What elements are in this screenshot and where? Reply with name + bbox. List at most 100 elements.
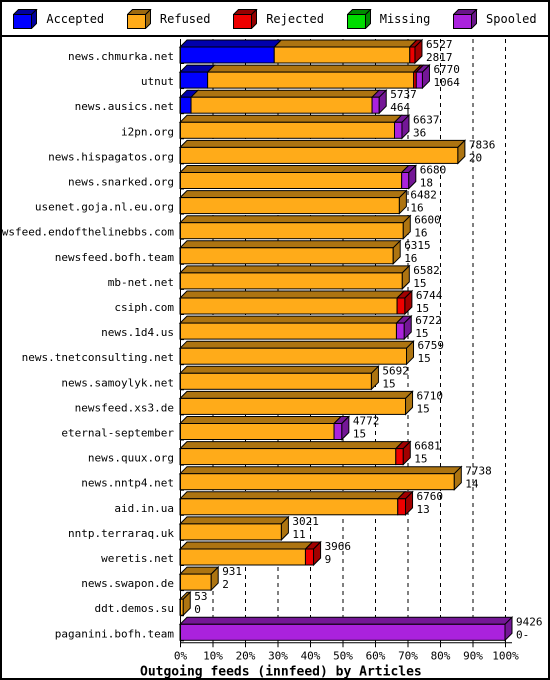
x-tick-label: 40% (301, 649, 321, 662)
value-label-secondary: 1064 (433, 76, 460, 89)
value-label-total: 4772 (353, 415, 380, 428)
value-label-total: 6637 (413, 113, 440, 126)
bar-row: weretis.net 39669 (101, 540, 351, 567)
value-label-total: 6710 (417, 389, 444, 402)
category-label: news.quux.org (88, 452, 174, 465)
bar-segment (371, 96, 380, 114)
bar-segment-top (178, 466, 463, 475)
bar-segment (395, 448, 404, 466)
value-label-total: 7836 (469, 138, 496, 151)
x-tick-label: 100% (492, 649, 519, 662)
category-label: news.hispagatos.org (48, 150, 174, 163)
bar-segment-top (178, 616, 514, 625)
legend-item-accepted: Accepted (13, 8, 104, 29)
bar-segment (179, 473, 455, 491)
bar-segment (401, 172, 410, 189)
legend-label: Refused (159, 11, 211, 26)
bar-segment-top (178, 290, 406, 299)
cube-icon (346, 8, 373, 29)
value-label-total: 6744 (416, 289, 443, 302)
bar-segment-top (178, 365, 380, 374)
bar-row: news.1d4.us 672215 (101, 314, 442, 341)
bar-row: paganini.bofh.team 94260- (55, 615, 543, 642)
value-label-secondary: 0- (516, 628, 529, 641)
value-label-secondary: 15 (353, 428, 366, 441)
value-label-secondary: 464 (390, 101, 410, 114)
value-label-secondary: 2 (222, 578, 229, 591)
bar-segment-top (178, 390, 414, 399)
value-label-secondary: 15 (414, 453, 427, 466)
legend-label: Missing (379, 11, 431, 26)
bar-segment (396, 297, 406, 315)
bar-segment-top (178, 315, 405, 324)
bar-segment-top (206, 64, 422, 73)
bar-segment (190, 96, 373, 114)
cube-icon (453, 8, 479, 29)
x-tick-label: 30% (268, 649, 288, 662)
bar-segment (179, 297, 398, 315)
bar-segment (179, 71, 209, 89)
value-label-secondary: 0 (194, 603, 201, 616)
bar-segment (179, 121, 395, 139)
bar-segment (179, 448, 397, 466)
category-label: news.swapon.de (81, 577, 174, 590)
category-label: eternal-september (61, 427, 174, 440)
bar-row: usenet.goja.nl.eu.org 648216 (35, 189, 437, 215)
category-label: news.ausics.net (75, 100, 174, 113)
value-label-total: 6681 (414, 440, 441, 453)
value-label-secondary: 15 (382, 377, 395, 390)
bar-row: news.snarked.org 668018 (68, 164, 446, 190)
x-tick-label: 80% (431, 649, 451, 662)
value-label-secondary: 20 (469, 151, 482, 164)
bar-row: ddt.demos.su 530 (95, 590, 208, 617)
value-label-total: 6482 (410, 189, 437, 202)
bar-row: newsfeed.bofh.team 631516 (55, 239, 431, 266)
value-label-total: 6770 (433, 63, 460, 76)
bar-row: i2pn.org 663736 (121, 113, 440, 140)
axis-title: Outgoing feeds (innfeed) by Articles (140, 664, 422, 678)
bar-segment (179, 146, 459, 164)
value-label-total: 5692 (382, 364, 409, 377)
bar-segment (304, 548, 315, 566)
value-label-total: 931 (222, 565, 242, 578)
bar-segment (179, 548, 306, 566)
bar-segment (415, 71, 423, 89)
category-label: nntp.terraraq.uk (68, 527, 174, 540)
category-label: news.tnetconsulting.net (22, 351, 174, 364)
bar-segment (207, 71, 415, 89)
category-label: newsfeed.bofh.team (55, 251, 175, 264)
bar-segment (179, 573, 212, 591)
value-label-total: 5737 (390, 88, 417, 101)
bar-segment (409, 46, 416, 64)
bar-segment (394, 121, 403, 139)
bar-row: csiph.com 674415 (114, 289, 443, 316)
value-label-secondary: 36 (413, 126, 426, 139)
bar-row: news.tnetconsulting.net 675915 (22, 339, 445, 366)
bar-segment-top (178, 516, 290, 525)
bar-segment-top (178, 39, 283, 48)
bar-segment-top (178, 416, 343, 424)
bar-segment (179, 322, 397, 340)
bar-segment (179, 172, 403, 189)
bar-row: news.nntp4.net 773814 (81, 465, 492, 491)
bar-segment-top (178, 165, 410, 173)
bar-row: aid.in.ua 676013 (114, 490, 443, 517)
value-label-secondary: 9 (325, 553, 332, 566)
bar-segment-top (273, 39, 418, 48)
bar-segment-top (178, 340, 415, 349)
cube-icon (126, 8, 153, 29)
value-label-total: 6759 (418, 339, 445, 352)
legend-label: Spooled (486, 11, 537, 26)
bar-segment (179, 347, 408, 365)
bar-segment-top (178, 139, 467, 148)
value-label-secondary: 15 (418, 352, 431, 365)
bar-segment (179, 498, 399, 516)
category-label: paganini.bofh.team (55, 627, 175, 640)
value-label-total: 9426 (516, 615, 543, 628)
bar-row: eternal-september 477215 (61, 415, 379, 441)
x-tick-label: 90% (463, 649, 483, 662)
bar-segment (179, 247, 394, 265)
category-label: usenet.goja.nl.eu.org (35, 201, 174, 214)
category-label: newsfeed.endofthelinebbs.com (2, 226, 174, 239)
plot-area: news.chmurka.net 6527 2817 utnut 6770 1064 new… (2, 37, 548, 678)
